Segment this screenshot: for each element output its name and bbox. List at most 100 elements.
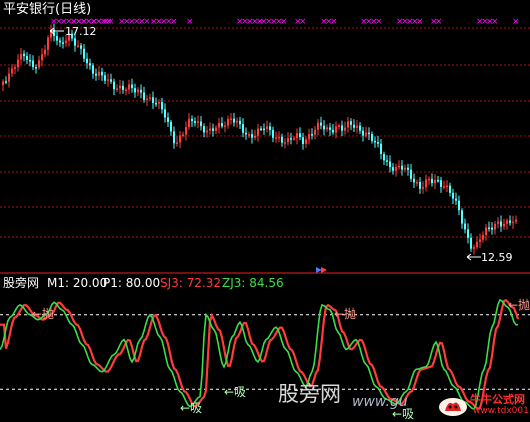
candle-body: [224, 125, 226, 128]
candle-body: [323, 125, 325, 130]
candle-body: [326, 127, 328, 130]
candle-body: [233, 118, 235, 123]
candle-body: [11, 68, 13, 74]
buy-signal-label: ←吸: [224, 385, 246, 399]
candle-body: [512, 221, 514, 224]
candle-body: [464, 223, 466, 230]
candle-body: [296, 133, 298, 139]
candle-body: [125, 89, 127, 91]
watermark-site-name: 牛牛公式网: [470, 393, 525, 406]
candle-body: [335, 126, 337, 133]
candle-body: [134, 88, 136, 93]
candle-body: [242, 124, 244, 133]
signal-marker: ×: [375, 17, 383, 27]
candle-body: [494, 223, 496, 230]
candle-body: [515, 219, 517, 222]
candle-body: [23, 53, 25, 57]
candle-body: [386, 160, 388, 162]
high-price-label: 17.12: [65, 25, 97, 38]
candle-body: [440, 180, 442, 187]
watermark-brand: 股旁网: [278, 382, 341, 406]
candle-body: [164, 109, 166, 118]
candle-body: [131, 84, 133, 89]
candle-body: [488, 227, 490, 229]
candle-body: [212, 128, 214, 131]
candle-body: [179, 135, 181, 143]
candle-body: [62, 42, 64, 44]
candle-body: [209, 128, 211, 131]
candle-body: [356, 125, 358, 128]
candle-body: [143, 92, 145, 100]
candle-body: [191, 118, 193, 122]
candle-body: [254, 135, 256, 138]
candle-body: [185, 127, 187, 135]
sell-signal-label: ←抛: [32, 306, 54, 321]
candle-body: [200, 121, 202, 127]
candle-body: [98, 71, 100, 76]
candle-body: [377, 141, 379, 144]
candle-body: [299, 133, 301, 138]
candle-body: [101, 71, 103, 76]
signal-marker: ×: [416, 17, 424, 27]
candle-body: [263, 128, 265, 131]
candle-body: [437, 179, 439, 182]
candle-body: [317, 122, 319, 130]
candle-body: [221, 123, 223, 127]
candle-body: [434, 179, 436, 184]
candle-body: [443, 186, 445, 188]
indicator-param-p1: P1: 80.00: [103, 276, 161, 290]
candle-body: [245, 132, 247, 135]
indicator-value-sj3: SJ3: 72.32: [160, 276, 222, 290]
candle-body: [368, 132, 370, 135]
candle-body: [32, 60, 34, 68]
candle-body: [284, 142, 286, 144]
signal-marker: ×: [107, 17, 115, 27]
candle-body: [122, 85, 124, 90]
watermark-site-url: www.tdx001.com: [473, 406, 530, 416]
candle-body: [248, 134, 250, 136]
candle-body: [77, 45, 79, 47]
candle-body: [347, 121, 349, 128]
candle-body: [83, 48, 85, 59]
candle-body: [389, 161, 391, 168]
candle-body: [149, 97, 151, 99]
candle-body: [104, 75, 106, 81]
candle-body: [419, 181, 421, 189]
signal-markers-row: ×××××××××××××××××××× ×××××× ××××× × ××××××××…: [50, 17, 520, 27]
candle-body: [41, 54, 43, 61]
candle-body: [350, 121, 352, 125]
candle-body: [2, 81, 4, 85]
candle-body: [47, 37, 49, 50]
candle-body: [293, 138, 295, 140]
candle-body: [5, 81, 7, 83]
candle-body: [110, 79, 112, 82]
candle-body: [188, 118, 190, 128]
window-title: 平安银行(日线): [3, 2, 92, 17]
candle-body: [383, 154, 385, 161]
candle-body: [371, 134, 373, 141]
candle-body: [155, 102, 157, 105]
candle-body: [500, 221, 502, 227]
signal-marker: ×: [512, 17, 520, 27]
candle-body: [140, 89, 142, 93]
candle-body: [455, 198, 457, 201]
candle-body: [458, 200, 460, 211]
candle-body: [359, 125, 361, 131]
signal-marker: ×: [299, 17, 307, 27]
candle-body: [158, 102, 160, 104]
candle-body: [452, 192, 454, 199]
sell-signal-label: ←抛: [334, 306, 356, 321]
candle-body: [119, 85, 121, 89]
candle-body: [413, 178, 415, 183]
candle-body: [215, 127, 217, 131]
candle-body: [506, 220, 508, 224]
price-gridlines: [0, 27, 530, 238]
candle-body: [509, 220, 511, 224]
candle-body: [56, 36, 58, 41]
indicator-value-zj3: ZJ3: 84.56: [222, 276, 284, 290]
candle-body: [59, 40, 61, 43]
candle-body: [398, 165, 400, 168]
candle-body: [92, 65, 94, 74]
candle-body: [152, 97, 154, 103]
candle-body: [431, 178, 433, 184]
